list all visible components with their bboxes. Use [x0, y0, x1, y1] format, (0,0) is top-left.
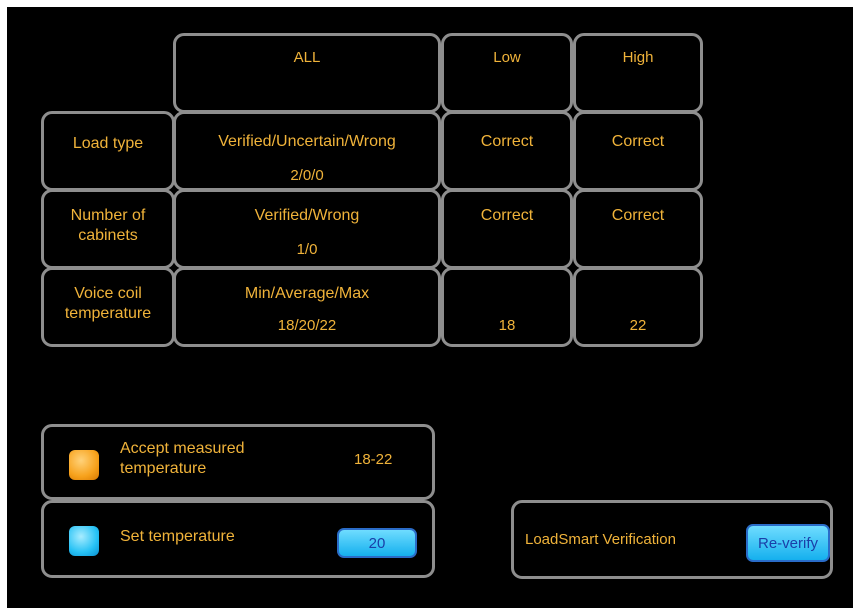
set-temperature-panel[interactable]: Set temperature 20	[41, 500, 435, 578]
row-cabinets-all: Verified/Wrong 1/0	[173, 189, 441, 269]
high-value: 22	[629, 317, 647, 334]
all-text-line1: Min/Average/Max	[244, 285, 370, 302]
row-label-text: Voice coil	[74, 285, 142, 302]
all-text-line2: 18/20/22	[277, 317, 337, 334]
low-value: Correct	[480, 133, 534, 150]
row-load-type-all: Verified/Uncertain/Wrong 2/0/0	[173, 111, 441, 191]
header-low: Low	[441, 33, 573, 113]
row-load-type-high: Correct	[573, 111, 703, 191]
row-label-text: Number of	[70, 207, 146, 224]
header-all: ALL	[173, 33, 441, 113]
header-all-label: ALL	[293, 49, 321, 66]
accept-value: 18-22	[354, 451, 393, 468]
row-cabinets-low: Correct	[441, 189, 573, 269]
row-voice-coil-low: 18	[441, 267, 573, 347]
low-value: Correct	[480, 207, 534, 224]
screen: ALL Low High Load type Verified/Uncertai…	[7, 7, 853, 608]
all-text-line2: 1/0	[296, 241, 318, 258]
row-cabinets-label: Number of cabinets	[41, 189, 175, 269]
all-text-line2: 2/0/0	[290, 167, 324, 184]
re-verify-button[interactable]: Re-verify	[746, 524, 830, 562]
verification-label: LoadSmart Verification	[525, 531, 676, 548]
all-text-line1: Verified/Uncertain/Wrong	[218, 133, 396, 150]
accept-measured-panel[interactable]: Accept measured temperature 18-22	[41, 424, 435, 500]
set-temperature-indicator-icon[interactable]	[69, 526, 99, 556]
high-value: Correct	[611, 207, 665, 224]
set-temperature-label: Set temperature	[120, 528, 235, 545]
verification-panel: LoadSmart Verification Re-verify	[511, 500, 833, 579]
accept-indicator-icon[interactable]	[69, 450, 99, 480]
header-high-label: High	[622, 49, 654, 66]
row-label-text: Load type	[72, 135, 144, 152]
header-low-label: Low	[493, 49, 521, 66]
accept-label-line2: temperature	[120, 460, 207, 477]
high-value: Correct	[611, 133, 665, 150]
low-value: 18	[498, 317, 516, 334]
row-load-type-low: Correct	[441, 111, 573, 191]
all-text-line1: Verified/Wrong	[254, 207, 360, 224]
set-temperature-value-button[interactable]: 20	[337, 528, 417, 558]
row-label-text-line2: cabinets	[78, 227, 138, 244]
row-voice-coil-label: Voice coil temperature	[41, 267, 175, 347]
accept-label-line1: Accept measured	[120, 440, 245, 457]
header-high: High	[573, 33, 703, 113]
row-load-type-label: Load type	[41, 111, 175, 191]
row-label-text-line2: temperature	[64, 305, 152, 322]
row-voice-coil-all: Min/Average/Max 18/20/22	[173, 267, 441, 347]
row-cabinets-high: Correct	[573, 189, 703, 269]
row-voice-coil-high: 22	[573, 267, 703, 347]
